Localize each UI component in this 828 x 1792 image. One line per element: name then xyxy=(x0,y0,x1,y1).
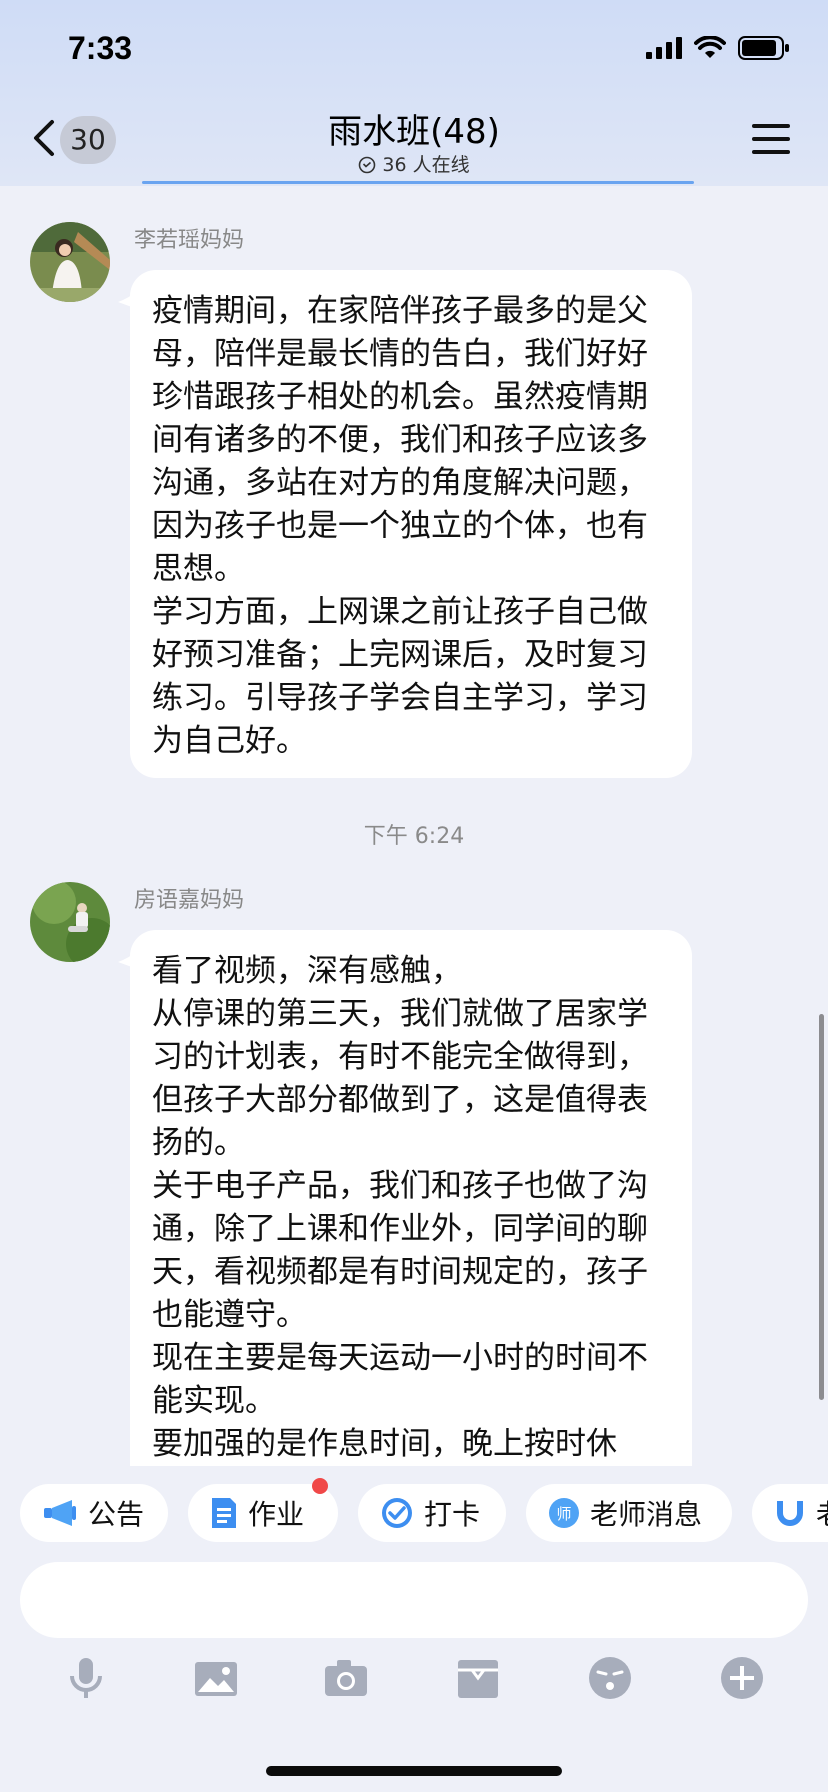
plus-icon[interactable] xyxy=(718,1654,766,1702)
megaphone-icon xyxy=(44,1500,76,1526)
emoji-icon[interactable] xyxy=(586,1654,634,1702)
document-icon xyxy=(212,1498,236,1528)
message-bubble[interactable]: 看了视频，深有感触， 从停课的第三天，我们就做了居家学习的计划表，有时不能完全做… xyxy=(118,930,692,1466)
chip-label: 作业 xyxy=(248,1498,305,1531)
message-text: 关于电子产品，我们和孩子也做了沟通，除了上课和作业外，同学间的聊天，看视频都是有… xyxy=(152,1168,648,1333)
wifi-icon xyxy=(694,36,726,58)
check-in-button[interactable]: 打卡 xyxy=(358,1484,506,1542)
quick-actions-bar: 公告 作业 打卡 师 老师消息 老 xyxy=(0,1466,828,1566)
top-bar: 7:33 30 雨水班(48) 36 人在线 xyxy=(0,0,828,186)
message-text: 看了视频，深有感触， xyxy=(152,953,462,989)
message-bubble[interactable]: 疫情期间，在家陪伴孩子最多的是父母，陪伴是最长情的告白，我们好好珍惜跟孩子相处的… xyxy=(118,270,692,778)
announcement-button[interactable]: 公告 xyxy=(20,1484,168,1542)
teacher-messages-button[interactable]: 师 老师消息 xyxy=(526,1484,732,1542)
message-timestamp: 下午 6:24 xyxy=(363,824,465,849)
image-icon[interactable] xyxy=(192,1654,240,1702)
scrollbar[interactable] xyxy=(819,1014,824,1400)
online-status: 36 人在线 xyxy=(0,150,828,177)
avatar[interactable] xyxy=(30,222,110,302)
magnet-icon xyxy=(777,1501,803,1526)
menu-icon[interactable] xyxy=(752,122,790,156)
chip-label: 公告 xyxy=(88,1498,145,1531)
check-circle-icon xyxy=(359,156,376,174)
box-icon[interactable] xyxy=(454,1654,502,1702)
online-count-text: 36 人在线 xyxy=(382,154,470,176)
more-action-button[interactable]: 老 xyxy=(752,1484,828,1542)
message-text: 从停课的第三天，我们就做了居家学习的计划表，有时不能完全做得到，但孩子大部分都做… xyxy=(152,996,648,1161)
message-input[interactable] xyxy=(20,1562,808,1638)
camera-icon[interactable] xyxy=(322,1654,370,1702)
checkmark-badge-icon xyxy=(382,1498,412,1528)
chip-label: 老师消息 xyxy=(590,1498,703,1531)
sender-name: 李若瑶妈妈 xyxy=(134,228,245,253)
divider-line xyxy=(142,181,694,184)
message-text: 要加强的是作息时间，晚上按时休息，目录控制规定，至能会打乱 xyxy=(152,1426,617,1462)
signal-icon xyxy=(646,37,682,59)
status-time: 7:33 xyxy=(68,30,133,66)
chat-title[interactable]: 雨水班(48) xyxy=(0,104,828,153)
battery-icon xyxy=(738,36,789,60)
message-text: 学习方面，上网课之前让孩子自己做好预习准备；上完网课后，及时复习练习。引导孩子学… xyxy=(152,594,648,759)
notification-dot xyxy=(312,1478,328,1494)
message-text: 现在主要是每天运动一小时的时间不能实现。 xyxy=(152,1340,648,1419)
chip-label: 打卡 xyxy=(424,1498,481,1531)
bubble-tail xyxy=(118,288,140,310)
homework-button[interactable]: 作业 xyxy=(188,1478,338,1542)
home-indicator[interactable] xyxy=(266,1766,562,1776)
svg-text:师: 师 xyxy=(556,1505,571,1523)
chat-messages[interactable]: 李若瑶妈妈 疫情期间，在家陪伴孩子最多的是父母，陪伴是最长情的告白，我们好好珍惜… xyxy=(0,186,828,1466)
chip-label: 老 xyxy=(816,1493,828,1533)
sender-name: 房语嘉妈妈 xyxy=(134,888,245,913)
bubble-tail xyxy=(118,948,140,970)
microphone-icon[interactable] xyxy=(62,1654,110,1702)
status-icons xyxy=(646,36,790,60)
message-text: 疫情期间，在家陪伴孩子最多的是父母，陪伴是最长情的告白，我们好好珍惜跟孩子相处的… xyxy=(152,293,648,587)
teacher-icon: 师 xyxy=(549,1498,579,1528)
input-toolbar xyxy=(0,1640,828,1720)
avatar[interactable] xyxy=(30,882,110,962)
